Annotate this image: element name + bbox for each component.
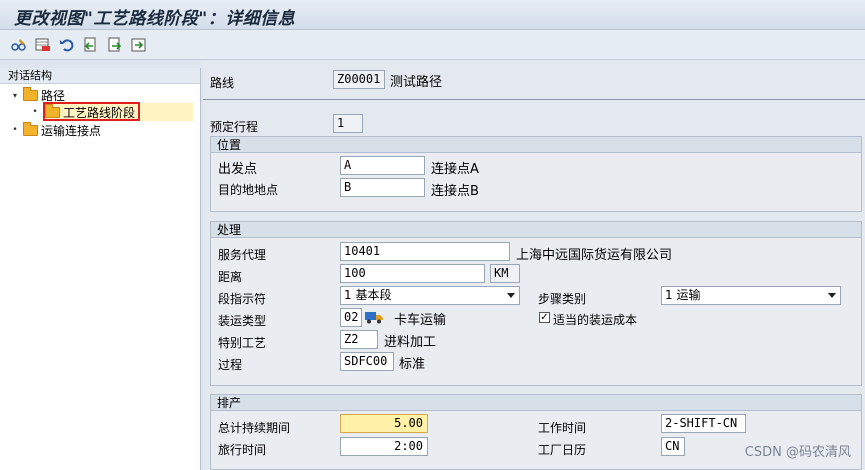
leg-indicator-value: 1 基本段 bbox=[344, 288, 392, 302]
watermark: CSDN @码农清风 bbox=[744, 445, 851, 460]
total-duration-field[interactable]: 5.00 bbox=[340, 414, 428, 433]
toolbar bbox=[0, 30, 865, 60]
route-field[interactable]: Z00001 bbox=[333, 70, 385, 89]
shipping-cost-label: 适当的装运成本 bbox=[553, 313, 638, 327]
travel-time-label: 旅行时间 bbox=[218, 443, 267, 457]
process-label: 过程 bbox=[218, 358, 243, 372]
working-time-field[interactable]: 2-SHIFT-CN bbox=[661, 414, 746, 433]
distance-field[interactable]: 100 bbox=[340, 264, 485, 283]
folder-icon bbox=[23, 86, 38, 101]
glasses-edit-icon[interactable] bbox=[10, 36, 28, 54]
process-text: 标准 bbox=[399, 357, 426, 372]
delete-row-icon[interactable] bbox=[34, 36, 52, 54]
dropdown-arrow-icon[interactable] bbox=[828, 293, 836, 298]
title-bar: 更改视图"工艺路线阶段"：详细信息 bbox=[0, 0, 865, 30]
destination-field[interactable]: B bbox=[340, 178, 425, 197]
departure-label: 出发点 bbox=[218, 162, 258, 177]
step-category-dropdown[interactable]: 1 运输 bbox=[661, 286, 841, 305]
shipping-type-label: 装运类型 bbox=[218, 314, 267, 328]
tree-item-label: 运输连接点 bbox=[41, 123, 102, 138]
factory-calendar-field[interactable]: CN bbox=[661, 437, 685, 456]
route-label: 路线 bbox=[210, 76, 235, 90]
next-entry-icon[interactable] bbox=[106, 36, 124, 54]
itinerary-label: 预定行程 bbox=[210, 120, 259, 134]
departure-text: 连接点A bbox=[431, 162, 479, 177]
agent-label: 服务代理 bbox=[218, 248, 267, 262]
selection-highlight-box bbox=[43, 102, 140, 121]
distance-label: 距离 bbox=[218, 270, 243, 284]
expand-triangle-icon[interactable]: ▾ bbox=[10, 91, 20, 100]
dialog-structure-tree: 对话结构 ▾ 路径 • 工艺路线阶段 • 运输连接点 bbox=[0, 68, 201, 470]
agent-text: 上海中远国际货运有限公司 bbox=[516, 248, 673, 263]
working-time-label: 工作时间 bbox=[538, 421, 587, 435]
step-category-label: 步骤类别 bbox=[538, 292, 587, 306]
shipping-type-text: 卡车运输 bbox=[394, 313, 447, 328]
bullet-icon: • bbox=[32, 107, 38, 117]
itinerary-field[interactable]: 1 bbox=[333, 114, 363, 133]
special-process-field[interactable]: Z2 bbox=[340, 330, 378, 349]
previous-entry-icon[interactable] bbox=[82, 36, 100, 54]
leg-indicator-dropdown[interactable]: 1 基本段 bbox=[340, 286, 520, 305]
dropdown-arrow-icon[interactable] bbox=[507, 293, 515, 298]
special-process-label: 特别工艺 bbox=[218, 336, 267, 350]
factory-calendar-label: 工厂日历 bbox=[538, 443, 587, 457]
bullet-icon: • bbox=[12, 125, 18, 135]
step-category-value: 1 运输 bbox=[665, 288, 701, 302]
truck-icon bbox=[365, 312, 383, 324]
folder-icon bbox=[23, 121, 38, 136]
travel-time-field[interactable]: 2:00 bbox=[340, 437, 428, 456]
group-title: 位置 bbox=[211, 137, 861, 153]
group-title: 处理 bbox=[211, 222, 861, 238]
group-title: 排产 bbox=[211, 395, 861, 411]
tree-item-transport-connection[interactable]: • 运输连接点 bbox=[10, 121, 101, 139]
destination-label: 目的地地点 bbox=[218, 183, 279, 197]
process-field[interactable]: SDFC00 bbox=[340, 352, 394, 371]
export-icon[interactable] bbox=[130, 36, 148, 54]
special-process-text: 进料加工 bbox=[384, 335, 437, 350]
tree-item-label: 路径 bbox=[41, 88, 66, 103]
route-text: 测试路径 bbox=[390, 75, 443, 90]
total-duration-label: 总计持续期间 bbox=[218, 421, 291, 435]
distance-unit-field[interactable]: KM bbox=[490, 264, 520, 283]
destination-text: 连接点B bbox=[431, 184, 479, 199]
departure-field[interactable]: A bbox=[340, 156, 425, 175]
undo-icon[interactable] bbox=[58, 36, 76, 54]
tree-header: 对话结构 bbox=[0, 68, 200, 84]
window-title: 更改视图"工艺路线阶段"：详细信息 bbox=[14, 9, 296, 29]
position-group: 位置 bbox=[210, 136, 862, 212]
shipping-cost-checkbox[interactable]: ✓ bbox=[539, 312, 550, 323]
header-separator bbox=[203, 99, 865, 100]
agent-field[interactable]: 10401 bbox=[340, 242, 510, 261]
leg-indicator-label: 段指示符 bbox=[218, 292, 267, 306]
shipping-type-field[interactable]: 02 bbox=[340, 308, 362, 327]
